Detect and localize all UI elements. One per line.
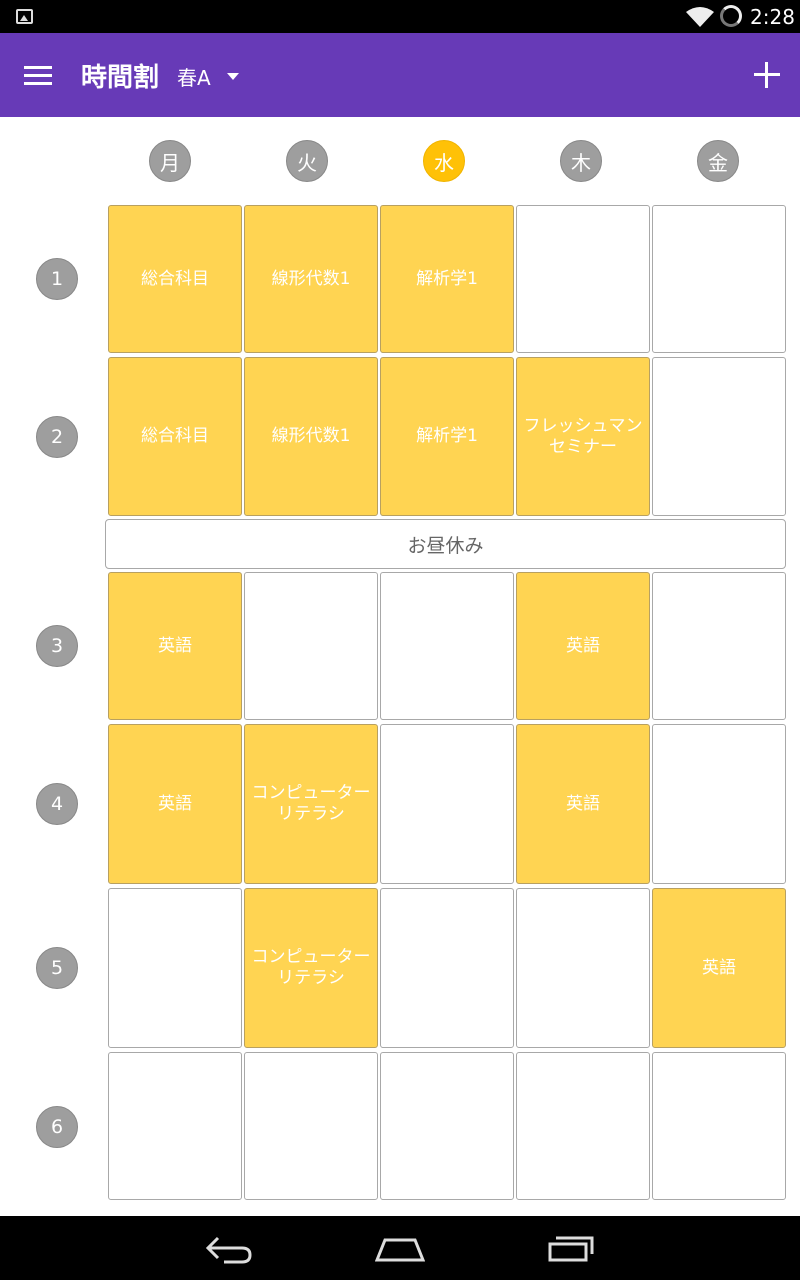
day-header-4: 金 xyxy=(697,140,739,182)
battery-charging-icon xyxy=(720,5,742,27)
timetable-cell[interactable] xyxy=(108,1052,242,1200)
day-header-1: 火 xyxy=(286,140,328,182)
timetable-cell[interactable] xyxy=(108,888,242,1048)
period-number-3: 3 xyxy=(36,625,78,667)
timetable-cell[interactable]: コンピューター リテラシ xyxy=(244,724,378,884)
term-dropdown[interactable]: 春A xyxy=(177,62,239,91)
dropdown-arrow-icon xyxy=(226,73,239,80)
course-name: 英語 xyxy=(566,635,600,656)
course-name: 英語 xyxy=(566,793,600,814)
timetable-cell[interactable]: 英語 xyxy=(108,724,242,884)
app-bar: 時間割 春A xyxy=(0,33,800,117)
menu-icon[interactable] xyxy=(24,66,52,86)
course-name: フレッシュマン セミナー xyxy=(523,415,643,457)
day-header-3: 木 xyxy=(560,140,602,182)
timetable-cell[interactable]: 総合科目 xyxy=(108,357,242,516)
course-name: 英語 xyxy=(158,635,192,656)
period-number-4: 4 xyxy=(36,783,78,825)
timetable-cell[interactable] xyxy=(244,572,378,720)
course-name: 英語 xyxy=(158,793,192,814)
wifi-icon xyxy=(686,7,714,27)
timetable-cell[interactable] xyxy=(652,357,786,516)
course-name: 線形代数1 xyxy=(271,426,351,446)
timetable-cell[interactable]: 総合科目 xyxy=(108,205,242,353)
timetable-cell[interactable] xyxy=(516,205,650,353)
lunch-break-row: お昼休み xyxy=(105,519,786,569)
home-icon[interactable] xyxy=(375,1232,425,1264)
add-icon[interactable] xyxy=(754,62,780,88)
course-name: 総合科目 xyxy=(141,426,209,446)
course-name: 解析学1 xyxy=(416,426,478,446)
period-number-2: 2 xyxy=(36,416,78,458)
course-name: 解析学1 xyxy=(416,268,478,289)
recents-icon[interactable] xyxy=(546,1232,596,1264)
timetable-cell[interactable] xyxy=(652,572,786,720)
term-dropdown-value: 春A xyxy=(177,66,211,90)
status-bar: 2:28 xyxy=(0,0,800,33)
day-header-0: 月 xyxy=(149,140,191,182)
timetable-cell[interactable] xyxy=(516,1052,650,1200)
timetable-cell[interactable]: 解析学1 xyxy=(380,357,514,516)
page-title: 時間割 xyxy=(81,63,160,93)
timetable-cell[interactable]: 解析学1 xyxy=(380,205,514,353)
course-name: コンピューター リテラシ xyxy=(251,783,371,824)
timetable-cell[interactable]: フレッシュマン セミナー xyxy=(516,357,650,516)
timetable-cell[interactable]: 線形代数1 xyxy=(244,357,378,516)
timetable-cell[interactable] xyxy=(652,1052,786,1200)
course-name: 英語 xyxy=(702,957,736,978)
day-header-2: 水 xyxy=(423,140,465,182)
timetable-cell[interactable] xyxy=(244,1052,378,1200)
timetable-cell[interactable] xyxy=(652,724,786,884)
timetable-cell[interactable]: コンピューター リテラシ xyxy=(244,888,378,1048)
status-time: 2:28 xyxy=(750,5,795,29)
back-icon[interactable] xyxy=(204,1232,254,1264)
navigation-bar xyxy=(0,1216,800,1280)
gallery-notification-icon xyxy=(16,9,33,24)
timetable-cell[interactable] xyxy=(380,572,514,720)
timetable-cell[interactable]: 英語 xyxy=(516,724,650,884)
timetable-cell[interactable] xyxy=(516,888,650,1048)
timetable-cell[interactable] xyxy=(380,888,514,1048)
timetable-cell[interactable]: 線形代数1 xyxy=(244,205,378,353)
course-name: 線形代数1 xyxy=(271,268,351,289)
timetable-cell[interactable] xyxy=(380,1052,514,1200)
course-name: コンピューター リテラシ xyxy=(251,947,371,988)
period-number-6: 6 xyxy=(36,1106,78,1148)
timetable-cell[interactable]: 英語 xyxy=(108,572,242,720)
course-name: 総合科目 xyxy=(141,268,209,289)
timetable-cell[interactable] xyxy=(380,724,514,884)
timetable-cell[interactable]: 英語 xyxy=(516,572,650,720)
period-number-5: 5 xyxy=(36,947,78,989)
timetable-cell[interactable]: 英語 xyxy=(652,888,786,1048)
timetable-cell[interactable] xyxy=(652,205,786,353)
period-number-1: 1 xyxy=(36,258,78,300)
